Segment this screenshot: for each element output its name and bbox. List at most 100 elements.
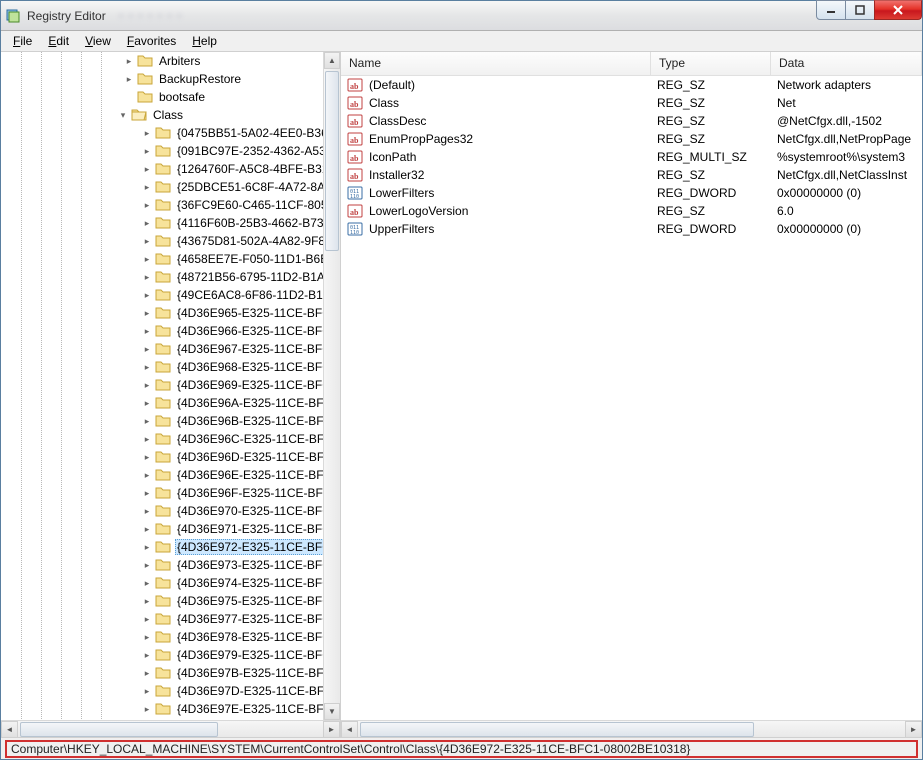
- tree-expander-icon[interactable]: ▸: [141, 217, 153, 229]
- tree-item-guid[interactable]: ▸ {25DBCE51-6C8F-4A72-8A6D-: [1, 178, 340, 196]
- scroll-down-icon[interactable]: ▼: [324, 703, 340, 720]
- tree-item-guid[interactable]: ▸ {48721B56-6795-11D2-B1A8-0: [1, 268, 340, 286]
- tree-expander-icon[interactable]: ▸: [141, 577, 153, 589]
- values-list[interactable]: ab (Default) REG_SZ Network adapters ab …: [341, 76, 922, 720]
- scroll-track[interactable]: [18, 721, 323, 738]
- tree-item-guid[interactable]: ▸ {4D36E96A-E325-11CE-BFC1-0: [1, 394, 340, 412]
- tree-item-guid[interactable]: ▸ {4D36E979-E325-11CE-BFC1-0: [1, 646, 340, 664]
- tree-item[interactable]: bootsafe: [1, 88, 340, 106]
- scroll-thumb[interactable]: [325, 71, 339, 251]
- tree-item-guid[interactable]: ▸ {4D36E969-E325-11CE-BFC1-0: [1, 376, 340, 394]
- tree-expander-icon[interactable]: ▸: [141, 199, 153, 211]
- scroll-left-icon[interactable]: ◄: [341, 721, 358, 738]
- value-row[interactable]: ab ClassDesc REG_SZ @NetCfgx.dll,-1502: [341, 112, 922, 130]
- tree-expander-icon[interactable]: ▸: [123, 73, 135, 85]
- tree-expander-icon[interactable]: ▸: [141, 397, 153, 409]
- tree-item-guid[interactable]: ▸ {4116F60B-25B3-4662-B732-99: [1, 214, 340, 232]
- tree-item[interactable]: ▸ Arbiters: [1, 52, 340, 70]
- column-header-name[interactable]: Name: [341, 52, 651, 75]
- tree-expander-icon[interactable]: ▾: [117, 109, 129, 121]
- menu-favorites[interactable]: Favorites: [119, 31, 184, 51]
- tree-item-guid[interactable]: ▸ {4D36E971-E325-11CE-BFC1-0: [1, 520, 340, 538]
- tree-expander-icon[interactable]: ▸: [141, 685, 153, 697]
- tree-item-guid[interactable]: ▸ {49CE6AC8-6F86-11D2-B1E5-0: [1, 286, 340, 304]
- tree-item-guid[interactable]: ▸ {4D36E973-E325-11CE-BFC1-0: [1, 556, 340, 574]
- scroll-left-icon[interactable]: ◄: [1, 721, 18, 738]
- tree-item-guid[interactable]: ▸ {4D36E96E-E325-11CE-BFC1-0: [1, 466, 340, 484]
- tree-expander-icon[interactable]: ▸: [141, 433, 153, 445]
- list-horizontal-scrollbar[interactable]: ◄ ►: [341, 720, 922, 737]
- tree-expander-icon[interactable]: ▸: [141, 469, 153, 481]
- tree-item-guid[interactable]: ▸ {4D36E96B-E325-11CE-BFC1-0: [1, 412, 340, 430]
- tree-vertical-scrollbar[interactable]: ▲ ▼: [323, 52, 340, 720]
- registry-tree[interactable]: ▸ Arbiters ▸ BackupRestore bootsafe ▾ Cl…: [1, 52, 340, 720]
- menu-help[interactable]: Help: [184, 31, 225, 51]
- tree-item-guid[interactable]: ▸ {4658EE7E-F050-11D1-B6BD-0: [1, 250, 340, 268]
- tree-expander-icon[interactable]: ▸: [141, 145, 153, 157]
- scroll-up-icon[interactable]: ▲: [324, 52, 340, 69]
- tree-expander-icon[interactable]: ▸: [141, 325, 153, 337]
- value-row[interactable]: ab (Default) REG_SZ Network adapters: [341, 76, 922, 94]
- tree-expander-icon[interactable]: ▸: [141, 163, 153, 175]
- minimize-button[interactable]: [816, 0, 846, 20]
- tree-expander-icon[interactable]: ▸: [141, 595, 153, 607]
- tree-expander-icon[interactable]: ▸: [141, 253, 153, 265]
- tree-expander-icon[interactable]: ▸: [141, 487, 153, 499]
- tree-item-guid[interactable]: ▸ {0475BB51-5A02-4EE0-B36C-2: [1, 124, 340, 142]
- value-row[interactable]: 011 110 UpperFilters REG_DWORD 0x0000000…: [341, 220, 922, 238]
- tree-item-guid[interactable]: ▸ {4D36E968-E325-11CE-BFC1-0: [1, 358, 340, 376]
- tree-expander-icon[interactable]: ▸: [141, 181, 153, 193]
- scroll-track[interactable]: [358, 721, 905, 738]
- tree-expander-icon[interactable]: ▸: [141, 649, 153, 661]
- value-row[interactable]: ab IconPath REG_MULTI_SZ %systemroot%\sy…: [341, 148, 922, 166]
- tree-expander-icon[interactable]: ▸: [141, 667, 153, 679]
- tree-item-guid[interactable]: ▸ {091BC97E-2352-4362-A539-1: [1, 142, 340, 160]
- tree-expander-icon[interactable]: ▸: [141, 703, 153, 715]
- close-button[interactable]: [874, 0, 922, 20]
- menu-edit[interactable]: Edit: [40, 31, 77, 51]
- tree-expander-icon[interactable]: ▸: [141, 523, 153, 535]
- tree-item-guid[interactable]: ▸ {4D36E96F-E325-11CE-BFC1-0: [1, 484, 340, 502]
- scroll-thumb[interactable]: [20, 722, 218, 737]
- menu-file[interactable]: File: [5, 31, 40, 51]
- tree-item-guid[interactable]: ▸ {4D36E978-E325-11CE-BFC1-0: [1, 628, 340, 646]
- tree-item-guid[interactable]: ▸ {4D36E972-E325-11CE-BFC1-0: [1, 538, 340, 556]
- maximize-button[interactable]: [845, 0, 875, 20]
- tree-item-guid[interactable]: ▸ {4D36E97B-E325-11CE-BFC1-0: [1, 664, 340, 682]
- tree-expander-icon[interactable]: ▸: [123, 55, 135, 67]
- tree-expander-icon[interactable]: ▸: [141, 271, 153, 283]
- value-row[interactable]: ab Class REG_SZ Net: [341, 94, 922, 112]
- tree-expander-icon[interactable]: ▸: [141, 415, 153, 427]
- tree-expander-icon[interactable]: ▸: [141, 541, 153, 553]
- value-row[interactable]: ab LowerLogoVersion REG_SZ 6.0: [341, 202, 922, 220]
- tree-expander-icon[interactable]: ▸: [141, 235, 153, 247]
- tree-expander-icon[interactable]: ▸: [141, 505, 153, 517]
- tree-expander-icon[interactable]: ▸: [141, 451, 153, 463]
- tree-expander-icon[interactable]: ▸: [141, 343, 153, 355]
- tree-horizontal-scrollbar[interactable]: ◄ ►: [1, 720, 340, 737]
- tree-item-guid[interactable]: ▸ {4D36E975-E325-11CE-BFC1-0: [1, 592, 340, 610]
- scroll-thumb[interactable]: [360, 722, 754, 737]
- value-row[interactable]: ab EnumPropPages32 REG_SZ NetCfgx.dll,Ne…: [341, 130, 922, 148]
- tree-expander-icon[interactable]: ▸: [141, 127, 153, 139]
- tree-expander-icon[interactable]: ▸: [141, 307, 153, 319]
- scroll-right-icon[interactable]: ►: [323, 721, 340, 738]
- tree-expander-icon[interactable]: ▸: [141, 379, 153, 391]
- tree-item-guid[interactable]: ▸ {1264760F-A5C8-4BFE-B314-D: [1, 160, 340, 178]
- tree-item-guid[interactable]: ▸ {4D36E977-E325-11CE-BFC1-0: [1, 610, 340, 628]
- tree-item-guid[interactable]: ▸ {36FC9E60-C465-11CF-8056-4: [1, 196, 340, 214]
- tree-item-guid[interactable]: ▸ {4D36E974-E325-11CE-BFC1-0: [1, 574, 340, 592]
- column-header-type[interactable]: Type: [651, 52, 771, 75]
- scroll-track[interactable]: [324, 69, 340, 703]
- tree-item[interactable]: ▸ BackupRestore: [1, 70, 340, 88]
- value-row[interactable]: 011 110 LowerFilters REG_DWORD 0x0000000…: [341, 184, 922, 202]
- tree-item-guid[interactable]: ▸ {4D36E965-E325-11CE-BFC1-0: [1, 304, 340, 322]
- tree-expander-icon[interactable]: ▸: [141, 289, 153, 301]
- tree-item-guid[interactable]: ▸ {4D36E966-E325-11CE-BFC1-0: [1, 322, 340, 340]
- tree-item-guid[interactable]: ▸ {4D36E96D-E325-11CE-BFC1-0: [1, 448, 340, 466]
- menu-view[interactable]: View: [77, 31, 119, 51]
- tree-expander-icon[interactable]: ▸: [141, 613, 153, 625]
- column-header-data[interactable]: Data: [771, 52, 922, 75]
- tree-item-class[interactable]: ▾ Class: [1, 106, 340, 124]
- tree-expander-icon[interactable]: ▸: [141, 559, 153, 571]
